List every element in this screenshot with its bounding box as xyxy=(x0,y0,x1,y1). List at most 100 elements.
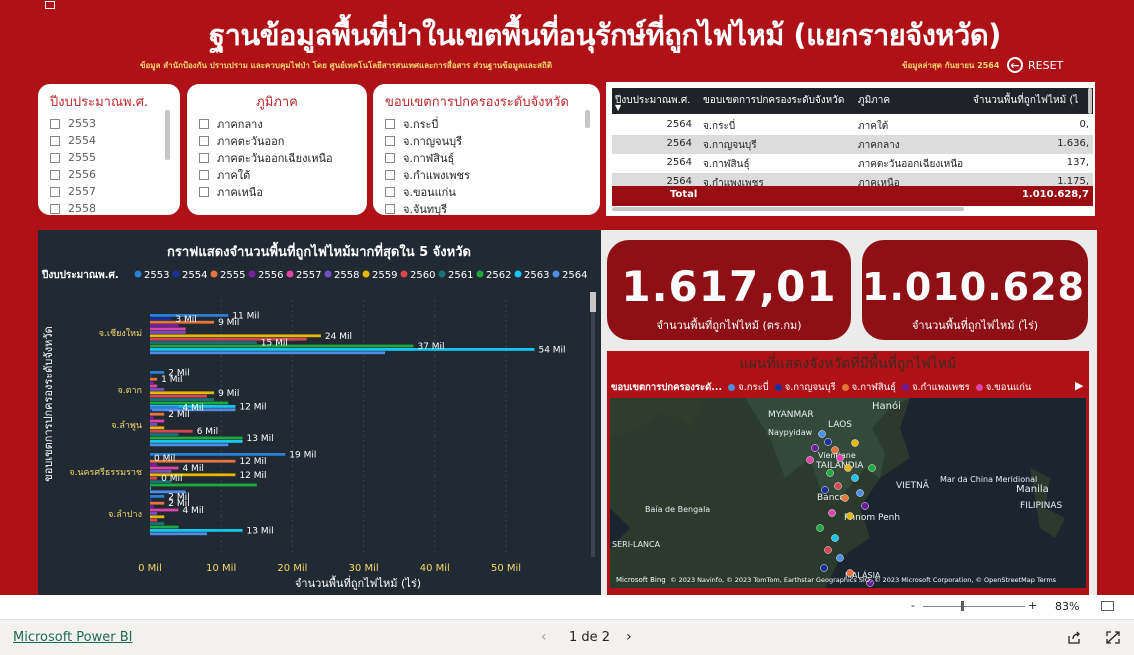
bar[interactable] xyxy=(150,374,153,378)
bar[interactable] xyxy=(150,317,172,321)
map-marker[interactable] xyxy=(846,512,854,520)
year-slicer-item[interactable]: 2556 xyxy=(50,166,168,183)
table-row[interactable]: 2564 จ.กระบี่ ภาคใต้ 0, xyxy=(612,116,1093,135)
share-icon[interactable] xyxy=(1067,631,1081,644)
checkbox[interactable] xyxy=(385,135,395,146)
checkbox[interactable] xyxy=(50,186,60,197)
bar[interactable] xyxy=(150,429,193,433)
map-marker[interactable] xyxy=(806,456,814,464)
bar[interactable] xyxy=(150,388,165,391)
map-legend-item[interactable]: จ.กำแพงเพชร xyxy=(901,380,970,395)
map-legend-item[interactable]: จ.กระบี่ xyxy=(728,380,769,395)
chart-legend-item[interactable]: 2553 xyxy=(144,270,169,281)
map-marker[interactable] xyxy=(821,486,829,494)
bar[interactable] xyxy=(150,381,154,384)
bar[interactable] xyxy=(150,532,207,536)
region-slicer-item[interactable]: ภาคเหนือ xyxy=(199,183,355,200)
checkbox[interactable] xyxy=(199,135,209,146)
checkbox[interactable] xyxy=(385,118,395,129)
reset-button[interactable]: ← RESET xyxy=(1007,57,1063,73)
map-marker[interactable] xyxy=(861,502,869,510)
map-marker[interactable] xyxy=(811,444,819,452)
map-legend-item[interactable]: จ.กาฬสินธุ์ xyxy=(841,380,896,395)
year-slicer-item[interactable]: 2553 xyxy=(50,115,168,132)
bar[interactable] xyxy=(150,443,229,447)
chart-scrollbar[interactable] xyxy=(591,292,595,557)
province-slicer-item[interactable]: จ.จันทบุรี xyxy=(385,200,588,217)
year-slicer-item[interactable]: 2558 xyxy=(50,200,168,217)
zoom-slider[interactable] xyxy=(923,606,1025,607)
chart-legend-item[interactable]: 2554 xyxy=(182,270,207,281)
map-legend-item[interactable]: จ.ขอนแก่น xyxy=(975,380,1031,395)
bar[interactable] xyxy=(150,512,158,515)
checkbox[interactable] xyxy=(385,186,395,197)
checkbox[interactable] xyxy=(385,152,395,163)
zoom-slider-thumb[interactable] xyxy=(961,601,964,611)
fit-to-page-icon[interactable] xyxy=(1101,601,1114,611)
map-marker[interactable] xyxy=(820,564,828,572)
chart-legend-item[interactable]: 2563 xyxy=(524,270,549,281)
checkbox[interactable] xyxy=(50,169,60,180)
bar[interactable] xyxy=(150,409,153,413)
bar[interactable] xyxy=(150,529,243,532)
bar[interactable] xyxy=(150,426,165,430)
bar[interactable] xyxy=(150,398,215,401)
bar[interactable] xyxy=(150,525,179,529)
prev-page-icon[interactable]: ‹ xyxy=(541,629,547,645)
checkbox[interactable] xyxy=(385,169,395,180)
map-legend-item[interactable]: จ.กาญจนบุรี xyxy=(774,380,836,395)
checkbox[interactable] xyxy=(199,118,209,129)
map-marker[interactable] xyxy=(836,454,844,462)
checkbox[interactable] xyxy=(199,186,209,197)
bar[interactable] xyxy=(150,324,179,327)
bar[interactable] xyxy=(150,495,165,498)
col-year[interactable]: ปีงบประมาณพ.ศ. xyxy=(615,93,690,108)
bar[interactable] xyxy=(150,419,165,423)
bar[interactable] xyxy=(150,487,151,490)
table-row[interactable]: 2564 จ.กาฬสินธุ์ ภาคตะวันออกเฉียงเหนือ 137, xyxy=(612,154,1093,173)
map-marker[interactable] xyxy=(818,430,826,438)
bar[interactable] xyxy=(150,433,179,436)
year-slicer-item[interactable]: 2555 xyxy=(50,149,168,166)
map-marker[interactable] xyxy=(851,439,859,447)
bar[interactable] xyxy=(150,440,243,443)
map-marker[interactable] xyxy=(826,469,834,477)
zoom-in-button[interactable]: + xyxy=(1028,599,1037,612)
bar[interactable] xyxy=(150,518,158,522)
chart-legend-item[interactable]: 2561 xyxy=(448,270,473,281)
region-slicer-item[interactable]: ภาคใต้ xyxy=(199,166,355,183)
province-slicer-scrollbar[interactable] xyxy=(585,110,590,128)
checkbox[interactable] xyxy=(50,118,60,129)
map-marker[interactable] xyxy=(816,524,824,532)
bar[interactable] xyxy=(150,501,165,505)
table-hscrollbar[interactable] xyxy=(612,207,964,211)
bar[interactable] xyxy=(150,423,158,426)
chart-legend-item[interactable]: 2564 xyxy=(562,270,587,281)
bar[interactable] xyxy=(150,371,165,374)
map-marker[interactable] xyxy=(841,494,849,502)
map-marker[interactable] xyxy=(856,489,864,497)
year-slicer-item[interactable]: 2554 xyxy=(50,132,168,149)
province-slicer-item[interactable]: จ.กระบี่ xyxy=(385,115,588,132)
map-marker[interactable] xyxy=(828,509,836,517)
chart-legend-item[interactable]: 2562 xyxy=(486,270,511,281)
year-slicer-item[interactable]: 2557 xyxy=(50,183,168,200)
bar[interactable] xyxy=(150,522,165,525)
bar[interactable] xyxy=(150,416,154,419)
map-marker[interactable] xyxy=(851,474,859,482)
region-slicer-item[interactable]: ภาคตะวันออกเฉียงเหนือ xyxy=(199,149,355,166)
map-marker[interactable] xyxy=(824,438,832,446)
bar[interactable] xyxy=(150,466,179,470)
chart-legend-item[interactable]: 2555 xyxy=(220,270,245,281)
province-slicer-item[interactable]: จ.กาญจนบุรี xyxy=(385,132,588,149)
region-slicer-item[interactable]: ภาคกลาง xyxy=(199,115,355,132)
checkbox[interactable] xyxy=(385,203,395,214)
bar[interactable] xyxy=(150,406,179,409)
map-marker[interactable] xyxy=(824,546,832,554)
chart-legend-item[interactable]: 2560 xyxy=(410,270,435,281)
province-slicer-item[interactable]: จ.ขอนแก่น xyxy=(385,183,588,200)
bar[interactable] xyxy=(150,377,158,381)
table-vscrollbar[interactable] xyxy=(1088,88,1092,114)
chart-legend-item[interactable]: 2559 xyxy=(372,270,397,281)
fullscreen-icon[interactable] xyxy=(1106,631,1120,644)
